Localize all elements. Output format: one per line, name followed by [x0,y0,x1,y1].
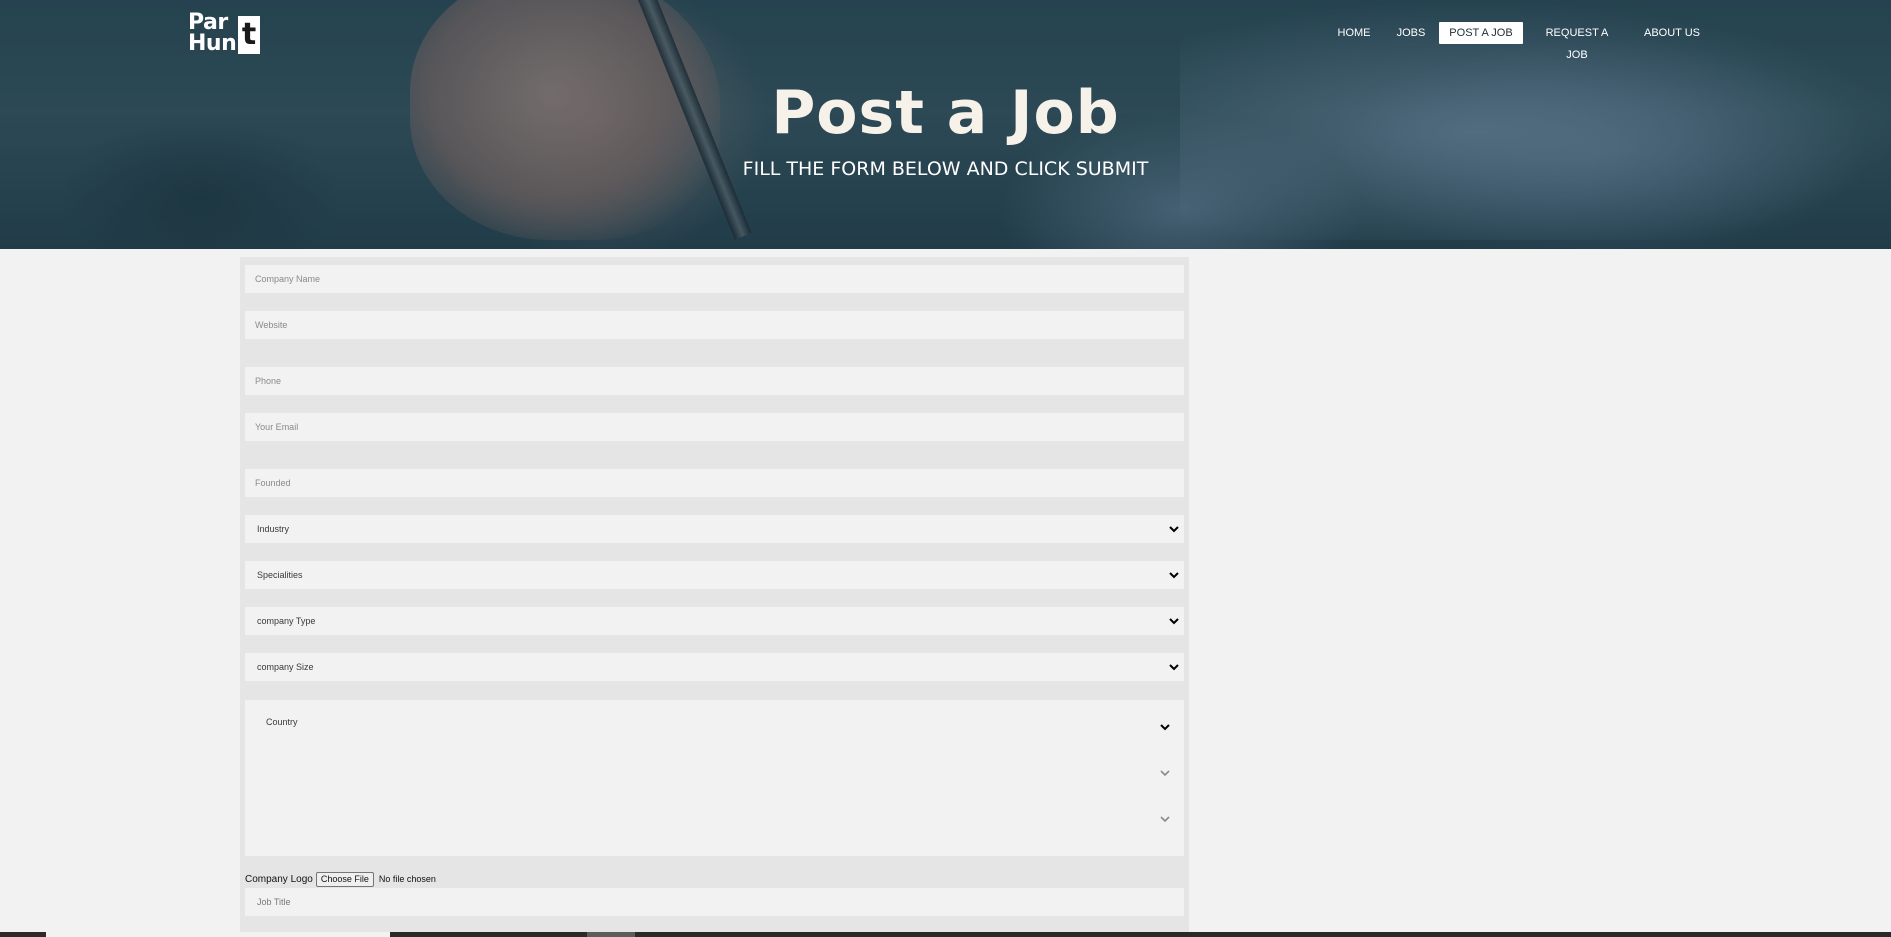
job-title-field[interactable]: Job Title [245,888,1184,916]
main-nav: HOME JOBS POST A JOB REQUEST A JOB ABOUT… [0,22,1891,61]
company-size-select[interactable]: company Size [245,653,1184,681]
company-logo-row: Company Logo Choose File No file chosen [245,871,436,887]
nav-jobs[interactable]: JOBS [1394,22,1428,44]
nav-post-a-job[interactable]: POST A JOB [1439,22,1523,44]
industry-select-label: Industry [257,524,290,534]
nav-about-us[interactable]: ABOUT US [1641,22,1703,44]
post-job-form: Company Name Website Phone Your Email Fo… [240,257,1189,937]
founded-field[interactable]: Founded [245,469,1184,497]
website-field[interactable]: Website [245,311,1184,339]
file-status: No file chosen [378,874,436,884]
location-group: Country [245,700,1184,856]
chevron-down-icon [1169,618,1179,625]
chevron-down-icon [1169,526,1179,533]
phone-field[interactable]: Phone [245,367,1184,395]
nav-home[interactable]: HOME [1333,22,1375,44]
company-logo-label: Company Logo [245,873,313,885]
hero-banner: Par Hun t HOME JOBS POST A JOB REQUEST A… [0,0,1891,249]
company-name-field[interactable]: Company Name [245,265,1184,293]
city-chevron-down-icon[interactable] [1159,814,1171,824]
chevron-down-icon [1169,664,1179,671]
company-type-select[interactable]: company Type [245,607,1184,635]
specialities-select[interactable]: Specialities [245,561,1184,589]
country-select-label: Country [266,717,298,727]
page-subtitle: FILL THE FORM BELOW AND CLICK SUBMIT [742,158,1149,180]
company-type-select-label: company Type [257,616,316,626]
nav-request-a-job[interactable]: REQUEST A JOB [1535,22,1619,61]
industry-select[interactable]: Industry [245,515,1184,543]
bottom-scroll-strip [0,932,1891,937]
chevron-down-icon [1169,572,1179,579]
company-size-select-label: company Size [257,662,314,672]
email-field[interactable]: Your Email [245,413,1184,441]
state-chevron-down-icon[interactable] [1159,768,1171,778]
page-title: Post a Job [771,78,1120,148]
country-chevron-down-icon[interactable] [1159,722,1171,732]
specialities-select-label: Specialities [257,570,303,580]
choose-file-button[interactable]: Choose File [315,871,374,887]
